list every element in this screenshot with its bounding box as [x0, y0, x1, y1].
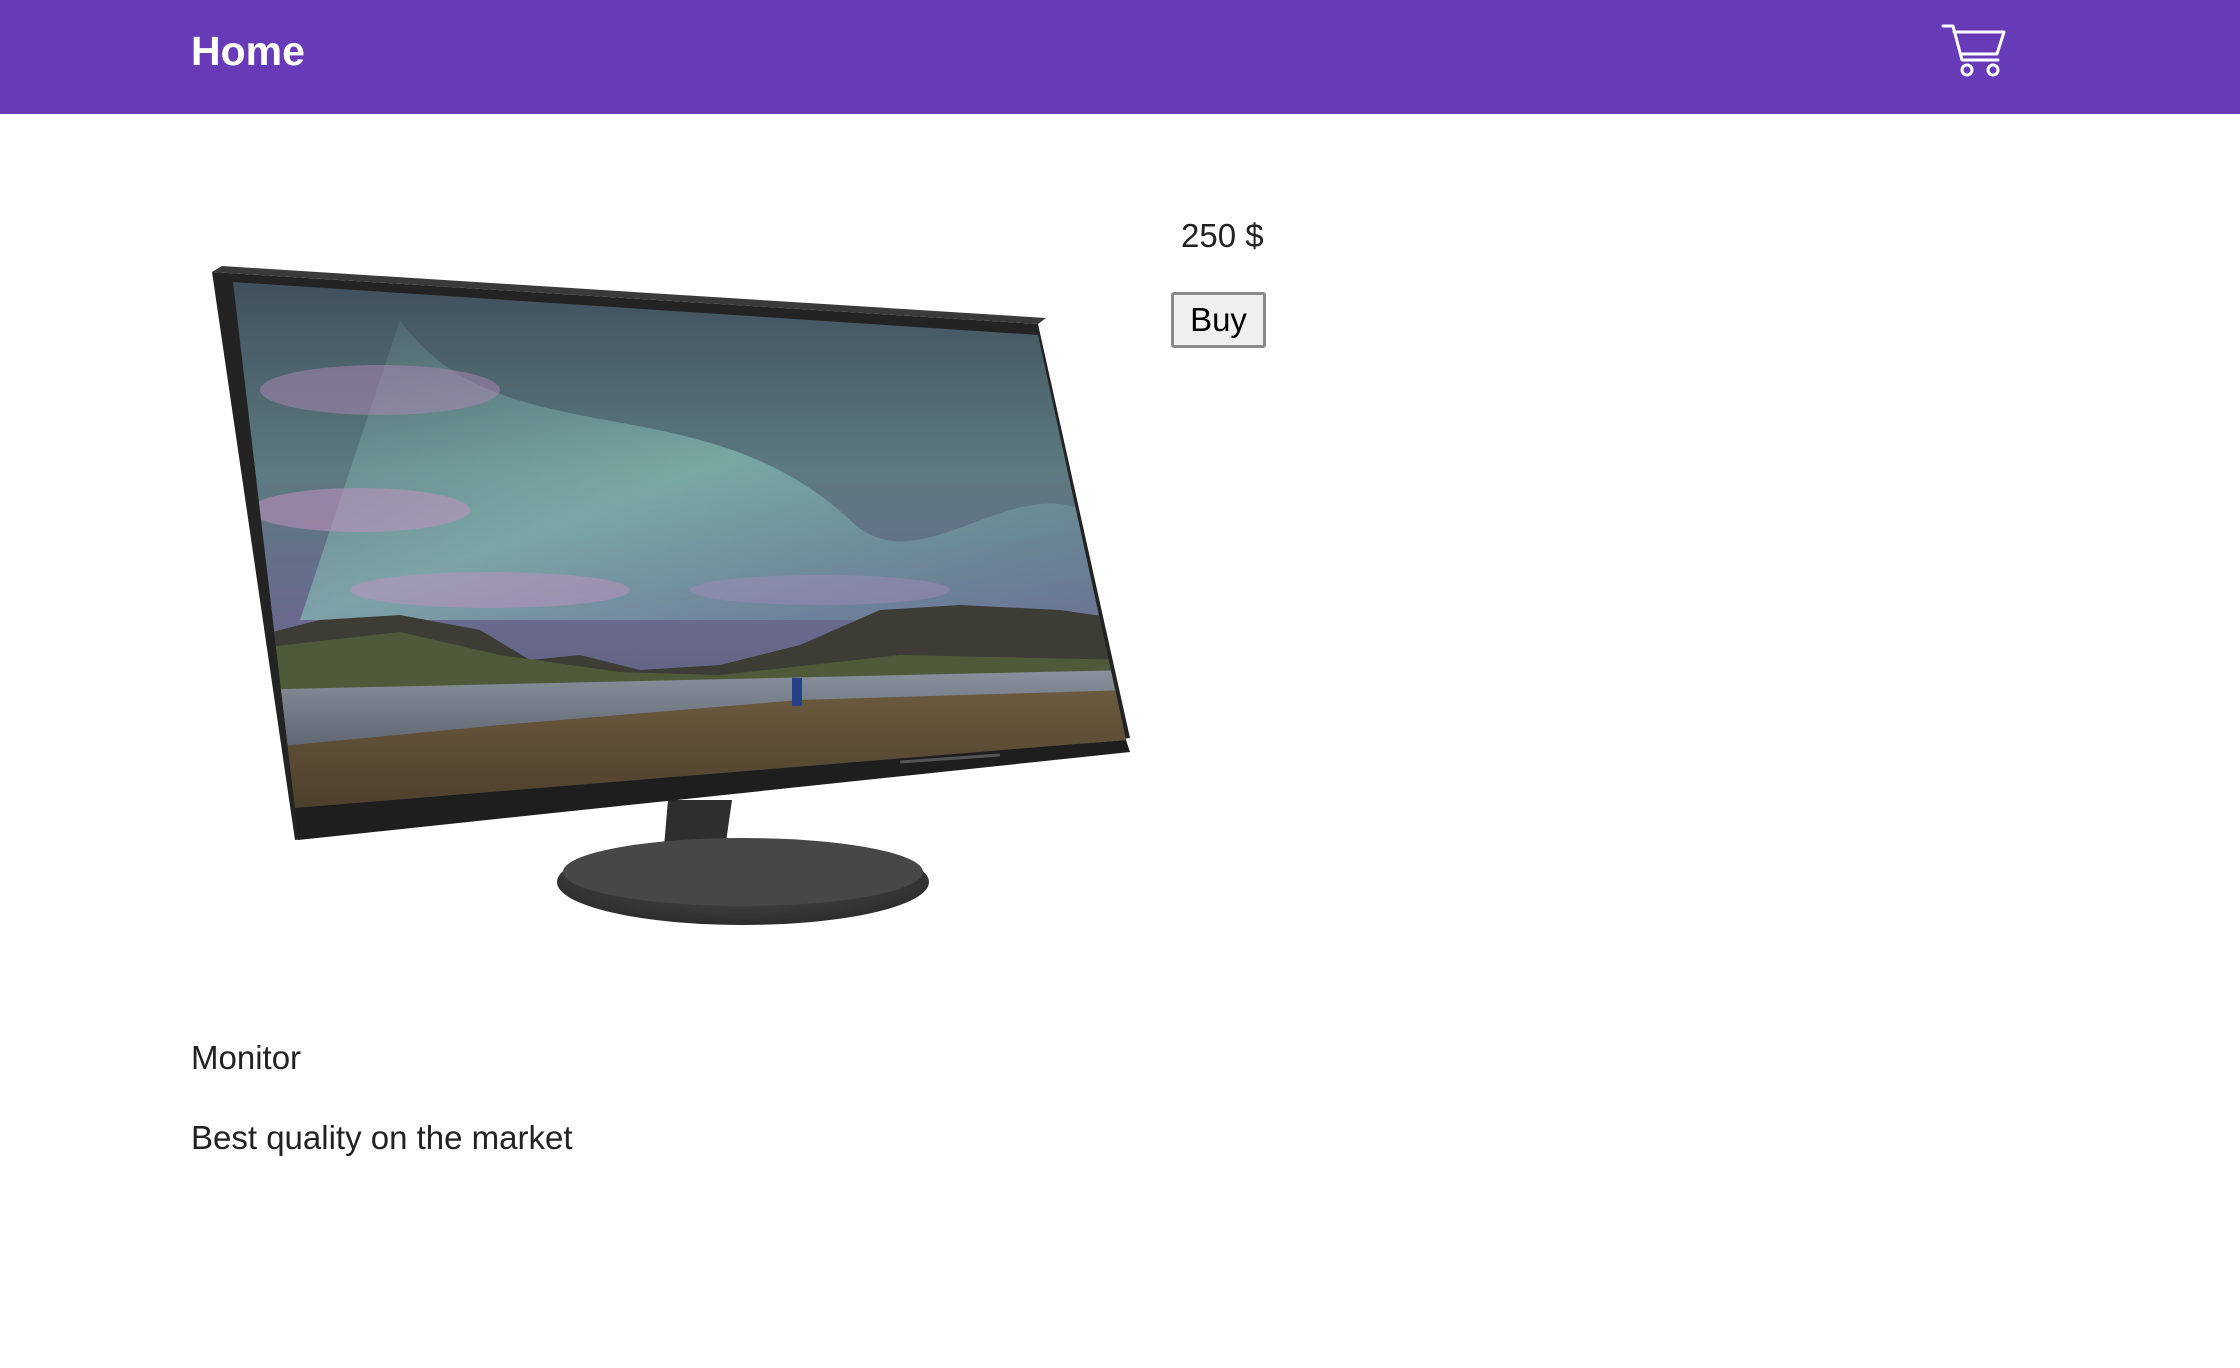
product-name: Monitor — [191, 1039, 302, 1076]
shopping-cart-icon — [1941, 24, 2006, 77]
home-link[interactable]: Home — [191, 26, 305, 76]
cart-button[interactable] — [1940, 20, 2010, 80]
buy-button[interactable]: Buy — [1171, 292, 1266, 348]
top-navbar: Home — [0, 0, 2240, 114]
product-description: Best quality on the market — [191, 1119, 573, 1156]
product-image — [212, 266, 1130, 925]
product-price: 250 $ — [1181, 217, 1264, 254]
